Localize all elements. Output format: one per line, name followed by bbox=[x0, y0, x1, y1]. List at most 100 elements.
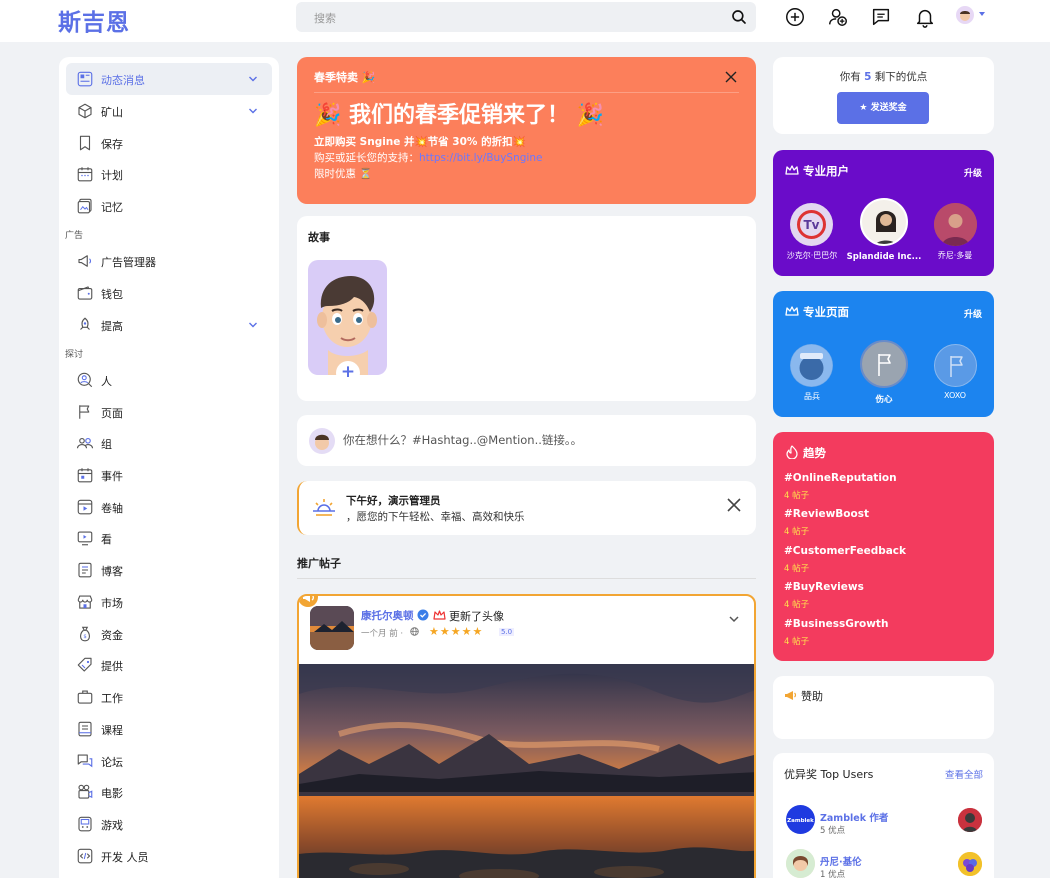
pro-user-avatar-2[interactable] bbox=[860, 198, 908, 246]
post-meta: 一个月 前 · bbox=[361, 629, 404, 639]
chevron-down-icon[interactable] bbox=[728, 613, 740, 625]
sidebar-item-label: 组 bbox=[101, 438, 112, 451]
sidebar-item-wallet[interactable]: 钱包 bbox=[66, 277, 272, 309]
chevron-down-icon[interactable] bbox=[979, 12, 985, 16]
sidebar-item-movies[interactable]: 电影 bbox=[66, 776, 272, 808]
search-icon[interactable] bbox=[730, 8, 748, 26]
sidebar-item-offers[interactable]: 提供 bbox=[66, 649, 272, 681]
sidebar-item-courses[interactable]: 课程 bbox=[66, 713, 272, 745]
sidebar-item-ads-manager[interactable]: 广告管理器 bbox=[66, 245, 272, 277]
sidebar-item-label: 工作 bbox=[101, 692, 123, 705]
sidebar-item-developers[interactable]: 开发 人员 bbox=[66, 840, 272, 872]
sponsored-title: 赞助 bbox=[801, 690, 823, 703]
promoted-posts-title: 推广帖子 bbox=[297, 557, 341, 570]
chevron-down-icon[interactable] bbox=[248, 320, 258, 330]
bell-icon[interactable] bbox=[914, 6, 936, 28]
close-icon[interactable] bbox=[726, 497, 742, 513]
sidebar-item-events[interactable]: 事件 bbox=[66, 459, 272, 491]
groups-icon bbox=[76, 437, 94, 449]
pro-user-avatar-1[interactable]: Tv bbox=[790, 203, 833, 246]
megaphone-icon bbox=[78, 255, 92, 267]
developers-icon bbox=[77, 848, 93, 864]
top-users-title: 优异奖 Top Users bbox=[784, 768, 874, 781]
pro-user-avatar-3[interactable] bbox=[934, 203, 977, 246]
sidebar-item-label: 保存 bbox=[101, 138, 123, 151]
sidebar-item-people[interactable]: 人 bbox=[66, 364, 272, 396]
site-logo[interactable]: 斯吉恩 bbox=[58, 3, 130, 37]
promo-link[interactable]: https://bit.ly/BuySngine bbox=[419, 152, 542, 164]
see-all-link[interactable]: 查看全部 bbox=[945, 767, 983, 781]
top-user-avatar[interactable] bbox=[786, 849, 815, 878]
trend-tag[interactable]: #ReviewBoost bbox=[784, 508, 869, 520]
promoted-post: 康托尔奥顿 更新了头像 一个月 前 · ★★★★★ 5.0 bbox=[297, 594, 756, 878]
post-author-avatar[interactable] bbox=[310, 606, 354, 650]
sidebar-item-label: 矿山 bbox=[101, 106, 123, 119]
crown-icon bbox=[785, 165, 799, 175]
sidebar-item-scheduled[interactable]: 计划 bbox=[66, 158, 272, 190]
rating-value: 5.0 bbox=[499, 628, 515, 636]
sidebar-item-pages[interactable]: 页面 bbox=[66, 396, 272, 428]
promo-line-1: 立即购买 Sngine 并💥节省 30% 的折扣💥 bbox=[314, 136, 526, 148]
sidebar-item-memories[interactable]: 记忆 bbox=[66, 190, 272, 222]
sidebar-item-funding[interactable]: $ 资金 bbox=[66, 618, 272, 650]
pro-page-name[interactable]: XOXO bbox=[910, 391, 1000, 400]
add-friend-icon[interactable] bbox=[827, 6, 849, 28]
avatar[interactable] bbox=[956, 6, 974, 24]
post-image[interactable] bbox=[299, 664, 756, 878]
trend-tag[interactable]: #CustomerFeedback bbox=[784, 545, 906, 557]
trend-tag[interactable]: #BuyReviews bbox=[784, 581, 864, 593]
sidebar-item-mines[interactable]: 矿山 bbox=[66, 95, 272, 127]
svg-text:Tv: Tv bbox=[803, 218, 819, 232]
sidebar-item-boost[interactable]: 提高 bbox=[66, 309, 272, 341]
post-author-name[interactable]: 康托尔奥顿 bbox=[361, 608, 414, 623]
sidebar-item-newsfeed[interactable]: 动态消息 bbox=[66, 63, 272, 95]
post-action: 更新了头像 bbox=[449, 610, 504, 623]
games-icon bbox=[78, 816, 92, 832]
sidebar-item-reels[interactable]: 卷轴 bbox=[66, 491, 272, 523]
search-bar[interactable]: 搜索 bbox=[296, 2, 756, 32]
composer-placeholder: 你在想什么？#Hashtag..@Mention..链接。。 bbox=[343, 433, 583, 447]
top-user-name[interactable]: 丹尼·基伦 bbox=[820, 854, 862, 868]
trend-count: 4 帖子 bbox=[784, 564, 810, 574]
sidebar-item-blogs[interactable]: 博客 bbox=[66, 554, 272, 586]
post-composer[interactable]: 你在想什么？#Hashtag..@Mention..链接。。 bbox=[297, 415, 756, 466]
calendar-icon bbox=[77, 167, 93, 182]
sidebar-item-saved[interactable]: 保存 bbox=[66, 127, 272, 159]
close-icon[interactable] bbox=[724, 70, 738, 84]
pro-page-avatar-3[interactable] bbox=[934, 344, 977, 387]
sidebar-item-label: 提高 bbox=[101, 320, 123, 333]
trend-tag[interactable]: #OnlineReputation bbox=[784, 472, 897, 484]
add-story-button[interactable]: + bbox=[336, 361, 360, 385]
messages-icon[interactable] bbox=[870, 6, 892, 28]
sidebar-item-forums[interactable]: 论坛 bbox=[66, 745, 272, 777]
globe-icon[interactable] bbox=[410, 627, 419, 636]
top-user-name[interactable]: Zamblek 作者 bbox=[820, 810, 888, 824]
add-circle-icon[interactable] bbox=[784, 6, 806, 28]
search-placeholder: 搜索 bbox=[314, 12, 336, 25]
top-user-avatar[interactable]: Zamblek bbox=[786, 805, 815, 834]
sidebar-item-jobs[interactable]: 工作 bbox=[66, 681, 272, 713]
send-bonus-button[interactable]: ★ 发送奖金 bbox=[837, 92, 929, 124]
svg-text:$: $ bbox=[83, 634, 86, 640]
memoji-avatar bbox=[317, 276, 377, 375]
chevron-down-icon[interactable] bbox=[248, 106, 258, 116]
upgrade-link[interactable]: 升级 bbox=[964, 307, 982, 320]
points-count: 5 bbox=[864, 71, 872, 83]
event-icon bbox=[77, 468, 93, 483]
pro-page-avatar-1[interactable] bbox=[790, 344, 833, 387]
sidebar-item-market[interactable]: 市场 bbox=[66, 586, 272, 618]
sidebar-item-groups[interactable]: 组 bbox=[66, 427, 272, 459]
sidebar-item-games[interactable]: 游戏 bbox=[66, 808, 272, 840]
chevron-down-icon[interactable] bbox=[248, 74, 258, 84]
sidebar-item-watch[interactable]: 看 bbox=[66, 522, 272, 554]
star-rating: ★★★★★ bbox=[429, 625, 484, 638]
pro-page-avatar-2[interactable] bbox=[860, 340, 908, 388]
upgrade-link[interactable]: 升级 bbox=[964, 166, 982, 179]
greeting-subtitle: ，愿您的下午轻松、幸福、高效和快乐 bbox=[346, 511, 525, 523]
add-story-tile[interactable] bbox=[308, 260, 387, 375]
pro-user-name[interactable]: 乔尼·多曼 bbox=[910, 250, 1000, 261]
verified-icon bbox=[417, 609, 429, 621]
trend-tag[interactable]: #BusinessGrowth bbox=[784, 618, 888, 630]
promo-line-2-prefix: 购买或延长您的支持： bbox=[314, 152, 419, 164]
megaphone-icon bbox=[785, 691, 797, 700]
